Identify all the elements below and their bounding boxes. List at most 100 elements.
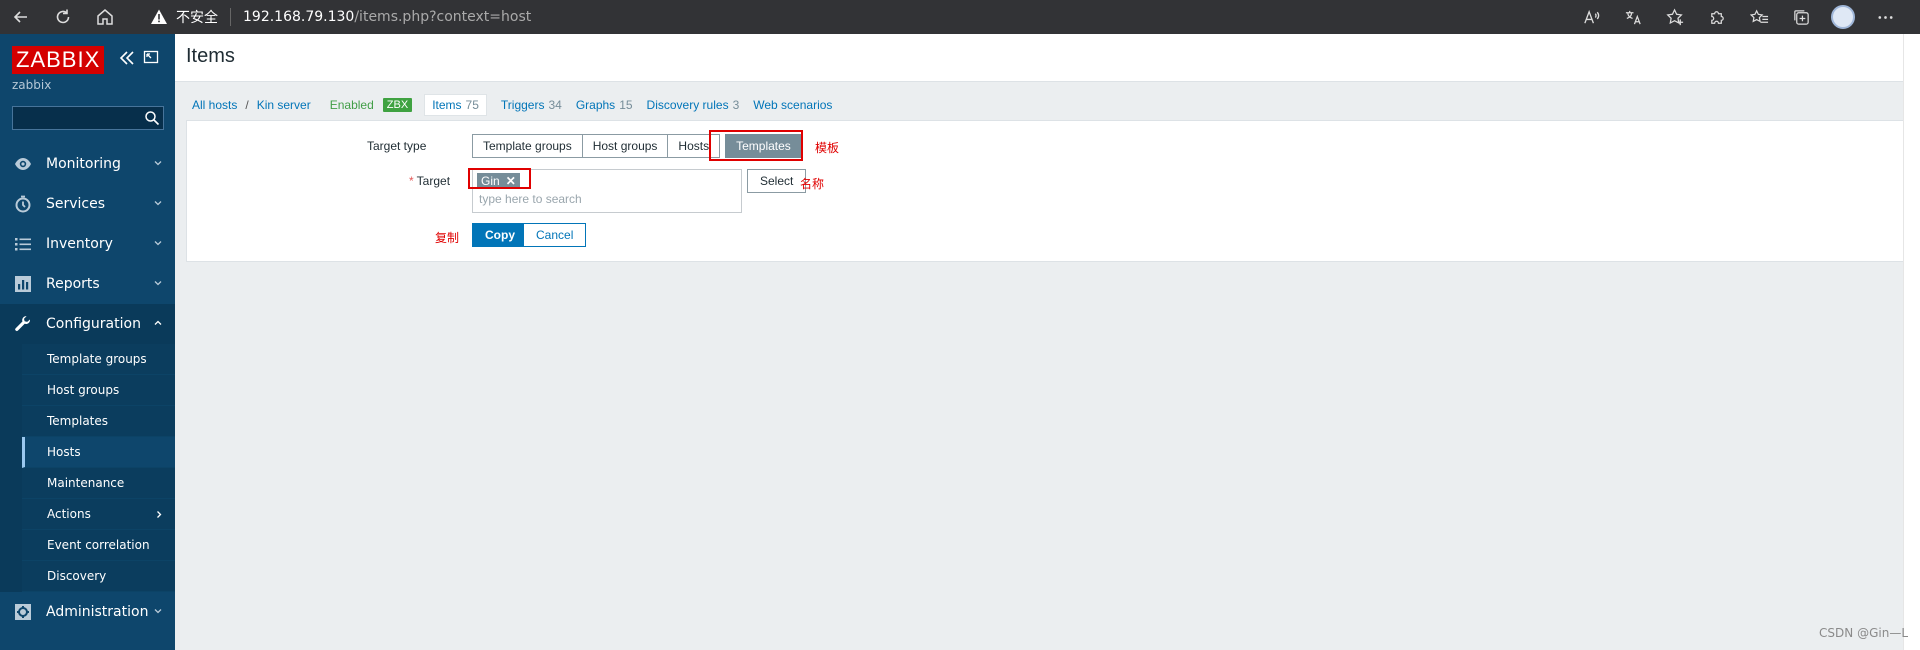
clock-icon xyxy=(15,195,31,213)
submenu-item-discovery[interactable]: Discovery xyxy=(22,561,175,592)
breadcrumb-host[interactable]: Kin server xyxy=(257,98,311,112)
address-bar[interactable]: 不安全 192.168.79.130/items.php?context=hos… xyxy=(150,0,531,34)
home-icon xyxy=(97,9,113,25)
more-button[interactable] xyxy=(1864,0,1906,34)
submenu-item-hosts[interactable]: Hosts xyxy=(22,437,175,468)
target-type-host-groups[interactable]: Host groups xyxy=(581,134,669,158)
refresh-icon xyxy=(56,9,70,24)
zabbix-logo[interactable]: ZABBIX xyxy=(12,46,105,74)
translate-icon xyxy=(1625,10,1641,24)
menu-item-configuration[interactable]: Configuration xyxy=(0,304,175,344)
read-aloud-icon xyxy=(1583,9,1599,23)
favorite-add-button[interactable] xyxy=(1654,0,1696,34)
main-menu: Monitoring Services Inventory Reports Co… xyxy=(0,144,175,632)
arrow-left-icon xyxy=(13,11,27,23)
tab-triggers[interactable]: Triggers 34 xyxy=(501,98,562,112)
tab-discovery-rules[interactable]: Discovery rules 3 xyxy=(647,98,740,112)
browser-actions xyxy=(1570,0,1906,34)
wrench-icon xyxy=(15,316,31,331)
collapse-sidebar-icon[interactable] xyxy=(117,48,137,68)
tab-graphs[interactable]: Graphs 15 xyxy=(576,98,633,112)
chevron-down-icon xyxy=(154,281,162,286)
annotation-box-templates xyxy=(709,130,803,161)
cancel-button[interactable]: Cancel xyxy=(523,223,587,247)
address-divider xyxy=(230,8,231,26)
star-add-icon xyxy=(1665,7,1683,25)
copy-items-form: Target type Template groups Host groups … xyxy=(186,120,1908,262)
menu-item-inventory[interactable]: Inventory xyxy=(0,224,175,264)
tab-label: Discovery rules xyxy=(646,98,729,112)
breadcrumb-separator: / xyxy=(245,98,249,112)
submenu-label: Actions xyxy=(47,507,91,521)
gear-icon xyxy=(15,604,31,620)
back-button[interactable] xyxy=(0,0,42,34)
chevron-down-icon xyxy=(154,201,162,206)
chevron-right-icon xyxy=(157,511,162,518)
zbx-availability-badge: ZBX xyxy=(382,98,413,112)
breadcrumb: All hosts / Kin server Enabled ZBX Items… xyxy=(192,92,832,118)
more-icon xyxy=(1877,15,1893,19)
menu-label: Inventory xyxy=(46,236,113,252)
target-type-template-groups[interactable]: Template groups xyxy=(472,134,583,158)
annotation-templates-note: 模板 xyxy=(815,141,840,155)
favorites-icon xyxy=(1749,8,1768,23)
page-scrollbar[interactable] xyxy=(1903,34,1920,650)
menu-item-services[interactable]: Services xyxy=(0,184,175,224)
menu-label: Configuration xyxy=(46,316,141,332)
tab-label: Triggers xyxy=(500,98,545,112)
hide-sidebar-icon[interactable] xyxy=(143,49,159,65)
chevron-down-icon xyxy=(154,609,162,614)
read-aloud-button[interactable] xyxy=(1570,0,1612,34)
annotation-name-note: 名称 xyxy=(800,177,825,191)
menu-label: Services xyxy=(46,196,106,212)
insecure-label: 不安全 xyxy=(176,10,218,26)
sidebar: ZABBIX zabbix Monitoring Services Invent… xyxy=(0,34,175,650)
tab-items[interactable]: Items 75 xyxy=(424,94,487,116)
select-button[interactable]: Select xyxy=(747,169,807,193)
profile-button[interactable] xyxy=(1822,0,1864,34)
home-button[interactable] xyxy=(84,0,126,34)
translate-button[interactable] xyxy=(1612,0,1654,34)
target-label: * Target xyxy=(409,174,450,188)
favorites-button[interactable] xyxy=(1738,0,1780,34)
search-icon[interactable] xyxy=(144,110,160,126)
target-label-text: Target xyxy=(416,174,451,188)
puzzle-icon xyxy=(1710,10,1724,24)
tab-label: Web scenarios xyxy=(753,98,833,112)
submenu-item-template-groups[interactable]: Template groups xyxy=(22,344,175,375)
refresh-button[interactable] xyxy=(42,0,84,34)
submenu-item-host-groups[interactable]: Host groups xyxy=(22,375,175,406)
menu-item-monitoring[interactable]: Monitoring xyxy=(0,144,175,184)
annotation-copy-note: 复制 xyxy=(435,231,460,245)
bar-chart-icon xyxy=(15,276,31,292)
submenu-item-maintenance[interactable]: Maintenance xyxy=(22,468,175,499)
page-header: Items xyxy=(175,34,1920,82)
tab-count: 34 xyxy=(548,98,562,112)
status-enabled[interactable]: Enabled xyxy=(330,98,374,112)
submenu-item-templates[interactable]: Templates xyxy=(22,406,175,437)
menu-item-reports[interactable]: Reports xyxy=(0,264,175,304)
tab-label: Items xyxy=(432,98,462,112)
submenu-item-actions[interactable]: Actions xyxy=(22,499,175,530)
tab-count: 3 xyxy=(732,98,740,112)
chevron-down-icon xyxy=(154,161,162,166)
submenu-item-event-correlation[interactable]: Event correlation xyxy=(22,530,175,561)
main-content: Items All hosts / Kin server Enabled ZBX… xyxy=(175,34,1920,650)
extensions-button[interactable] xyxy=(1696,0,1738,34)
url-path: /items.php?context=host xyxy=(354,9,532,25)
copy-button[interactable]: Copy xyxy=(472,223,528,247)
menu-item-administration[interactable]: Administration xyxy=(0,592,175,632)
chevron-down-icon xyxy=(154,241,162,246)
menu-label: Reports xyxy=(46,276,100,292)
target-search-input[interactable]: type here to search xyxy=(479,192,582,206)
avatar xyxy=(1831,5,1855,29)
tab-web-scenarios[interactable]: Web scenarios xyxy=(753,98,832,112)
browser-toolbar: 不安全 192.168.79.130/items.php?context=hos… xyxy=(0,0,1920,34)
required-mark: * xyxy=(409,174,414,188)
breadcrumb-all-hosts[interactable]: All hosts xyxy=(192,98,237,112)
sidebar-search-input[interactable] xyxy=(12,106,164,130)
url-host: 192.168.79.130 xyxy=(243,9,355,25)
chevron-up-icon xyxy=(154,320,162,325)
menu-label: Administration xyxy=(46,604,149,620)
collections-button[interactable] xyxy=(1780,0,1822,34)
